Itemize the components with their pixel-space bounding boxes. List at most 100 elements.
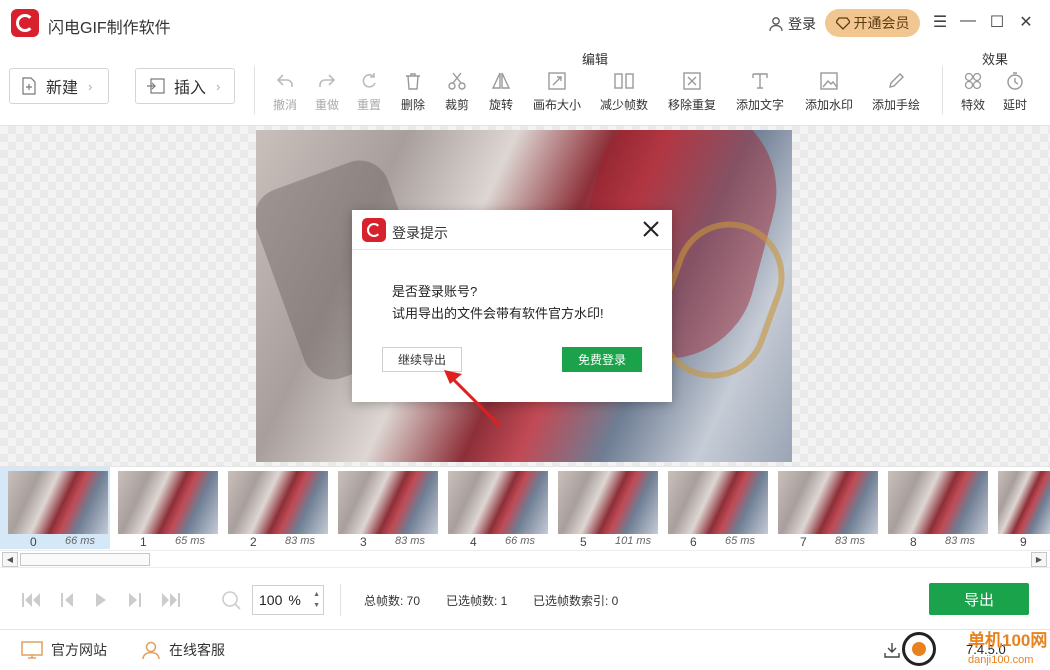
add-text-button[interactable]: 添加文字	[736, 70, 784, 113]
frame-item[interactable]: 2 83 ms	[220, 467, 330, 549]
playback-divider	[340, 584, 341, 616]
frame-duration: 83 ms	[835, 535, 865, 547]
frame-duration: 83 ms	[285, 535, 315, 547]
vip-button[interactable]: 开通会员	[825, 9, 920, 37]
add-text-label: 添加文字	[736, 98, 785, 112]
insert-button[interactable]: 插入 ›	[135, 68, 235, 104]
official-website-link[interactable]: 官方网站	[21, 640, 107, 660]
reduce-frames-button[interactable]: 减少帧数	[600, 70, 648, 113]
undo-icon	[276, 74, 293, 87]
frame-thumbnail	[888, 471, 988, 534]
scrollbar-thumb[interactable]	[20, 553, 150, 566]
footer: 官方网站 在线客服 版本	[0, 630, 1050, 670]
official-website-label: 官方网站	[51, 642, 107, 658]
remove-duplicate-button[interactable]: 移除重复	[668, 70, 716, 113]
maximize-button[interactable]: ☐	[987, 12, 1007, 32]
frame-item[interactable]: 5 101 ms	[550, 467, 660, 549]
crop-label: 裁剪	[445, 98, 470, 112]
chevron-up-icon[interactable]: ▲	[313, 589, 320, 600]
frame-duration: 101 ms	[615, 535, 652, 547]
crop-icon	[448, 72, 466, 90]
login-prompt-dialog: 登录提示 是否登录账号? 试用导出的文件会带有软件官方水印! 继续导出 免费登录	[352, 210, 672, 402]
frame-item[interactable]: 3 83 ms	[330, 467, 440, 549]
frame-item[interactable]: 6 65 ms	[660, 467, 770, 549]
red-annotation-arrow-icon	[444, 370, 502, 428]
frame-item[interactable]: 9	[990, 467, 1050, 549]
reset-button[interactable]: 重置	[357, 70, 381, 113]
canvas-size-button[interactable]: 画布大小	[533, 70, 581, 113]
free-login-button[interactable]: 免费登录	[562, 347, 642, 372]
effect-group-label: 效果	[982, 52, 1009, 67]
frame-strip: 0 66 ms 1 65 ms 2 83 ms 3 83 ms 4 66 ms 5 101 …	[0, 466, 1050, 550]
delete-button[interactable]: 删除	[401, 70, 425, 113]
watermark-text: 单机100网	[968, 631, 1048, 650]
frame-item[interactable]: 1 65 ms	[110, 467, 220, 549]
reduce-frames-icon	[614, 73, 634, 89]
frame-item[interactable]: 4 66 ms	[440, 467, 550, 549]
edit-group-label: 编辑	[582, 52, 609, 67]
site-watermark: 7.4.5.0 单机100网 danji100.com	[902, 628, 1050, 670]
new-button[interactable]: 新建 ›	[9, 68, 109, 104]
zoom-input[interactable]: 100 % ▲ ▼	[252, 585, 324, 615]
canvas-size-label: 画布大小	[533, 98, 582, 112]
frame-thumbnail	[338, 471, 438, 534]
first-frame-icon[interactable]	[20, 590, 42, 610]
play-icon[interactable]	[90, 590, 112, 610]
menu-button[interactable]: ☰	[930, 12, 950, 32]
add-drawing-label: 添加手绘	[872, 98, 921, 112]
frame-thumbnail	[778, 471, 878, 534]
zoom-value: 100	[259, 592, 283, 608]
frame-item[interactable]: 8 83 ms	[880, 467, 990, 549]
dialog-logo	[362, 218, 386, 242]
next-frame-icon[interactable]	[123, 590, 145, 610]
chevron-down-icon[interactable]: ▼	[313, 600, 320, 611]
frame-item[interactable]: 7 83 ms	[770, 467, 880, 549]
scroll-right-icon[interactable]: ▶	[1031, 552, 1047, 567]
delay-label: 延时	[1003, 98, 1028, 112]
toolbar: 新建 › 插入 › 编辑 撤消 重做 重置 删除 裁剪 旋转 画布大小 减少帧数	[0, 44, 1050, 126]
frame-duration: 65 ms	[725, 535, 755, 547]
frame-index: 6	[690, 535, 697, 549]
redo-button[interactable]: 重做	[315, 70, 339, 113]
online-support-label: 在线客服	[169, 642, 225, 658]
title-bar: 闪电GIF制作软件 登录 开通会员 ☰ — ☐ ✕	[0, 0, 1050, 44]
previous-frame-icon[interactable]	[57, 590, 79, 610]
canvas-size-icon	[548, 72, 566, 90]
rotate-button[interactable]: 旋转	[489, 70, 513, 113]
support-agent-icon	[142, 641, 160, 660]
frame-index: 8	[910, 535, 917, 549]
login-link[interactable]: 登录	[768, 14, 816, 34]
close-button[interactable]: ✕	[1016, 12, 1036, 32]
download-update-icon[interactable]	[884, 642, 900, 658]
scroll-left-icon[interactable]: ◀	[2, 552, 18, 567]
frame-item[interactable]: 0 66 ms	[0, 467, 110, 549]
total-frames: 总帧数: 70	[364, 594, 421, 608]
reset-label: 重置	[357, 98, 382, 112]
frame-thumbnail	[558, 471, 658, 534]
crop-button[interactable]: 裁剪	[445, 70, 469, 113]
selected-frame-index: 已选帧数索引: 0	[533, 594, 619, 608]
rotate-label: 旋转	[489, 98, 514, 112]
selected-frames: 已选帧数: 1	[446, 594, 508, 608]
zoom-stepper[interactable]: ▲ ▼	[313, 589, 320, 611]
dialog-close-icon[interactable]	[640, 218, 662, 240]
effects-label: 特效	[961, 98, 986, 112]
remove-duplicate-icon	[683, 72, 701, 90]
frame-scrollbar[interactable]: ◀ ▶	[0, 550, 1050, 568]
new-file-icon	[22, 77, 36, 95]
redo-label: 重做	[315, 98, 340, 112]
effects-button[interactable]: 特效	[961, 70, 985, 113]
add-watermark-button[interactable]: 添加水印	[805, 70, 853, 113]
frame-duration: 66 ms	[505, 535, 535, 547]
last-frame-icon[interactable]	[160, 590, 182, 610]
rotate-icon	[491, 72, 511, 89]
zoom-unit: %	[288, 592, 301, 608]
frame-index: 3	[360, 535, 367, 549]
delay-button[interactable]: 延时	[1003, 70, 1027, 113]
export-button[interactable]: 导出	[929, 583, 1029, 615]
online-support-link[interactable]: 在线客服	[141, 640, 225, 660]
add-drawing-button[interactable]: 添加手绘	[872, 70, 920, 113]
watermark-logo-icon	[902, 632, 936, 666]
undo-button[interactable]: 撤消	[273, 70, 297, 113]
minimize-button[interactable]: —	[958, 12, 978, 30]
